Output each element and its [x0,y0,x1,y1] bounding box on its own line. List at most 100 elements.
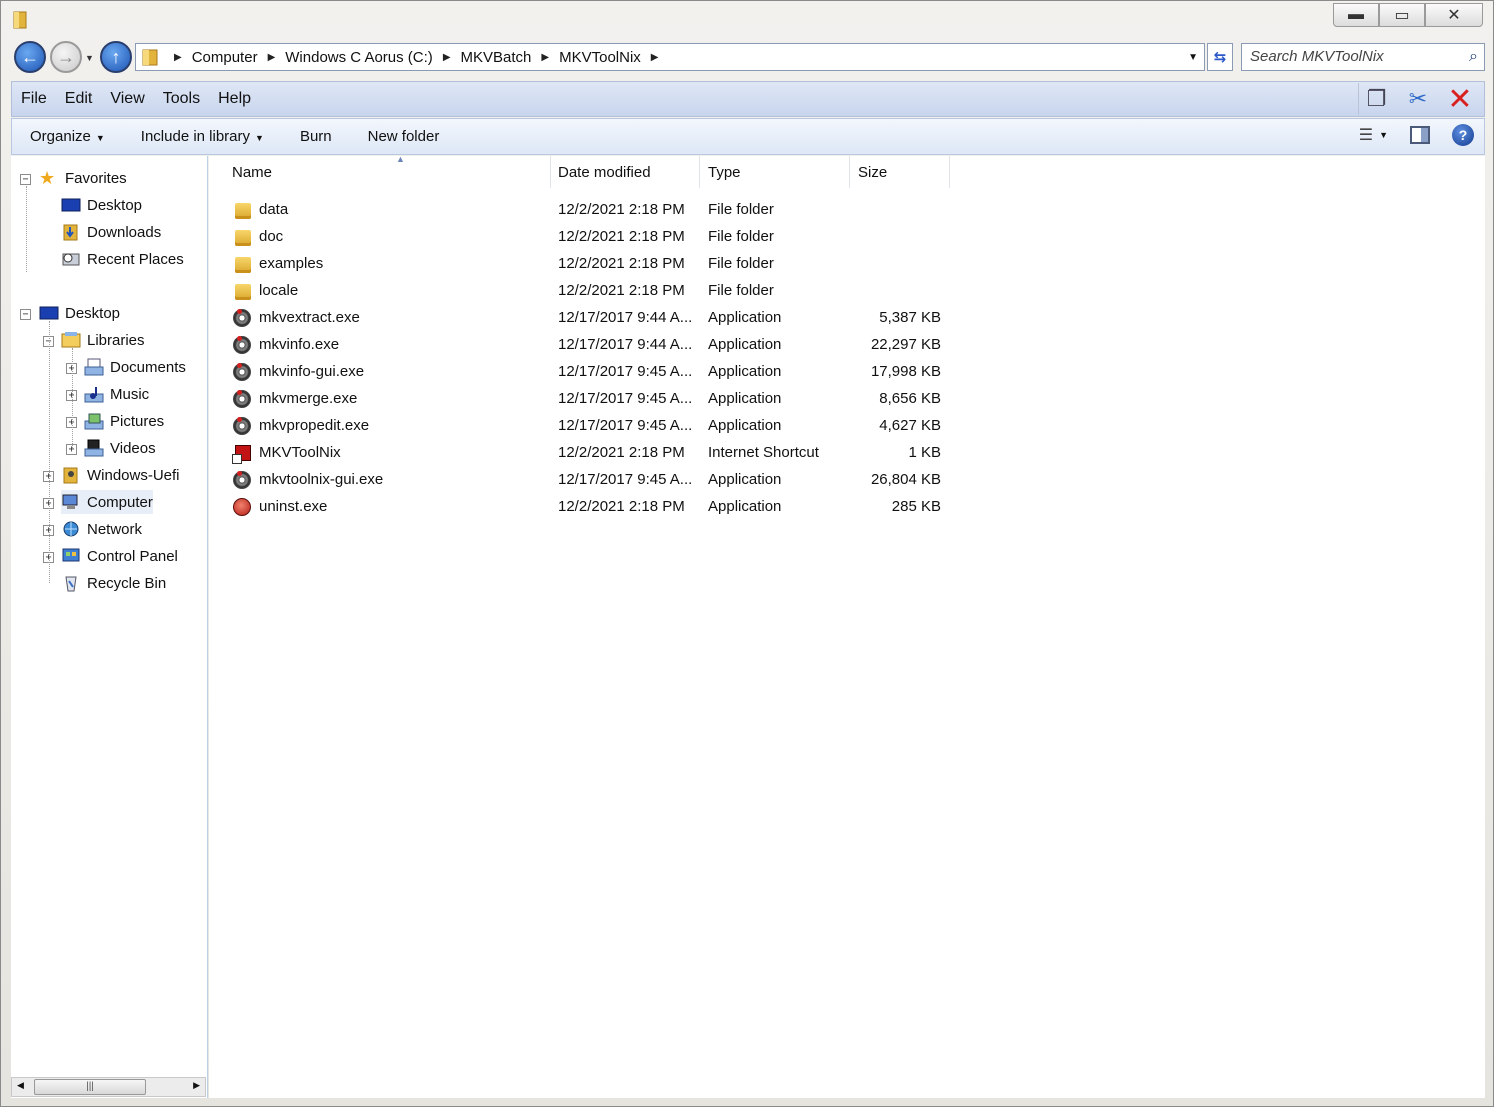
breadcrumb-mkvbatch[interactable]: MKVBatch [461,49,532,66]
tree-recycle-bin[interactable]: Recycle Bin [61,571,166,595]
breadcrumb-computer[interactable]: Computer [192,49,258,66]
file-size: 4,627 KB [879,417,941,434]
collapse-toggle[interactable]: − [20,309,31,320]
tree-music[interactable]: Music [84,382,149,406]
maximize-button[interactable]: ▭ [1379,3,1425,27]
address-history-dropdown[interactable]: ▼ [1188,52,1198,63]
delete-icon[interactable]: ✕ [1442,83,1478,116]
column-label: Date modified [558,163,651,181]
help-icon[interactable]: ? [1452,124,1474,146]
breadcrumb-mkvtoolnix[interactable]: MKVToolNix [559,49,641,66]
file-size: 8,656 KB [879,390,941,407]
address-bar[interactable]: ▶ Computer ▶ Windows C Aorus (C:) ▶ MKVB… [135,43,1205,71]
file-row[interactable]: mkvmerge.exe 12/17/2017 9:45 A... Applicat… [209,386,969,413]
search-input[interactable]: Search MKVToolNix ⌕ [1241,43,1485,71]
new-folder-button[interactable]: New folder [350,128,458,145]
forward-button[interactable]: → [50,41,82,73]
file-row[interactable]: locale 12/2/2021 2:18 PM File folder [209,278,969,305]
scissors-icon[interactable]: ✂ [1400,83,1436,115]
star-icon: ★ [39,168,56,188]
mkvtoolnix-app-icon [233,363,251,381]
tree-desktop[interactable]: Desktop [39,301,120,325]
menu-help[interactable]: Help [209,90,260,108]
back-button[interactable]: ← [14,41,46,73]
search-placeholder: Search MKVToolNix [1250,48,1384,65]
file-row[interactable]: mkvextract.exe 12/17/2017 9:44 A... Applic… [209,305,969,332]
file-type: Internet Shortcut [708,444,819,461]
file-row[interactable]: mkvinfo-gui.exe 12/17/2017 9:45 A... Appli… [209,359,969,386]
breadcrumb-drive[interactable]: Windows C Aorus (C:) [285,49,433,66]
desktop-icon [39,306,59,320]
preview-pane-icon[interactable] [1410,126,1430,144]
scrollbar-thumb[interactable]: ||| [34,1079,146,1095]
menu-view[interactable]: View [101,90,153,108]
tree-recent-places[interactable]: Recent Places [61,247,184,271]
menu-edit[interactable]: Edit [56,90,102,108]
menu-file[interactable]: File [12,90,56,108]
breadcrumb-separator-icon[interactable]: ▶ [541,52,549,63]
forward-arrow-icon: → [57,46,75,67]
column-header-size[interactable]: Size [850,156,950,188]
chevron-down-icon[interactable]: ▼ [1379,130,1388,140]
breadcrumb-separator-icon[interactable]: ▶ [443,52,451,63]
tree-pictures[interactable]: Pictures [84,409,164,433]
file-size: 17,998 KB [870,363,941,380]
file-date-modified: 12/2/2021 2:18 PM [558,228,685,245]
tree-network[interactable]: Network [61,517,142,541]
search-icon[interactable]: ⌕ [1469,48,1478,66]
up-arrow-icon: ↑ [111,46,121,67]
organize-button[interactable]: Organize ▼ [12,128,123,145]
tree-label: Downloads [87,223,162,241]
details-view-icon[interactable]: ☰ [1359,125,1373,145]
file-type: Application [708,498,782,515]
recent-pages-dropdown[interactable]: ▼ [85,53,94,63]
tree-windows-uefi[interactable]: Windows-Uefi [61,463,180,487]
breadcrumb-separator-icon[interactable]: ▶ [268,52,276,63]
tree-label: Recent Places [87,250,184,268]
tree-label: Network [87,520,143,538]
file-date-modified: 12/17/2017 9:44 A... [558,309,693,326]
up-button[interactable]: ↑ [100,41,132,73]
back-arrow-icon: ← [21,46,39,67]
column-header-type[interactable]: Type [700,156,850,188]
include-in-library-button[interactable]: Include in library ▼ [123,128,282,145]
collapse-toggle[interactable]: − [20,174,31,185]
chevron-down-icon: ▼ [255,133,264,143]
column-header-name[interactable]: Name ▲ [224,154,551,188]
tree-downloads[interactable]: Downloads [61,220,161,244]
tree-favorites[interactable]: ★ Favorites [39,166,127,190]
tree-documents[interactable]: Documents [84,355,186,379]
close-button[interactable]: ✕ [1425,3,1483,27]
file-row[interactable]: mkvinfo.exe 12/17/2017 9:44 A... Applicati… [209,332,969,359]
file-row[interactable]: examples 12/2/2021 2:18 PM File folder [209,251,969,278]
tree-label: Control Panel [87,547,178,565]
minimize-button[interactable]: ▬ [1333,3,1379,27]
tree-libraries[interactable]: Libraries [61,328,145,352]
file-name: examples [259,255,324,272]
file-type: File folder [708,201,774,218]
file-row[interactable]: doc 12/2/2021 2:18 PM File folder [209,224,969,251]
refresh-button[interactable]: ⇆ [1207,43,1233,71]
scroll-left-icon[interactable]: ◀ [17,1080,24,1091]
copy-icon[interactable]: ❐ [1358,83,1394,115]
menu-tools[interactable]: Tools [154,90,209,108]
burn-button[interactable]: Burn [282,128,350,145]
file-date-modified: 12/2/2021 2:18 PM [558,498,685,515]
file-size: 26,804 KB [870,471,941,488]
file-row[interactable]: MKVToolNix 12/2/2021 2:18 PM Internet Shor… [209,440,969,467]
file-row[interactable]: data 12/2/2021 2:18 PM File folder [209,197,969,224]
breadcrumb-separator-icon[interactable]: ▶ [651,52,659,63]
file-row[interactable]: mkvtoolnix-gui.exe 12/17/2017 9:45 A... Ap… [209,467,969,494]
tree-favorites-desktop[interactable]: Desktop [61,193,142,217]
scroll-right-icon[interactable]: ▶ [193,1080,200,1091]
file-row[interactable]: mkvpropedit.exe 12/17/2017 9:45 A... Appli… [209,413,969,440]
column-header-date[interactable]: Date modified [550,156,700,188]
tree-label: Videos [110,439,156,457]
tree-computer[interactable]: Computer [61,490,153,514]
tree-videos[interactable]: Videos [84,436,156,460]
nav-pane-horizontal-scrollbar[interactable]: ◀ ||| ▶ [11,1077,206,1097]
tree-control-panel[interactable]: Control Panel [61,544,178,568]
tree-label: Pictures [110,412,165,430]
file-row[interactable]: uninst.exe 12/2/2021 2:18 PM Application 28… [209,494,969,521]
breadcrumb-separator-icon[interactable]: ▶ [174,52,182,63]
